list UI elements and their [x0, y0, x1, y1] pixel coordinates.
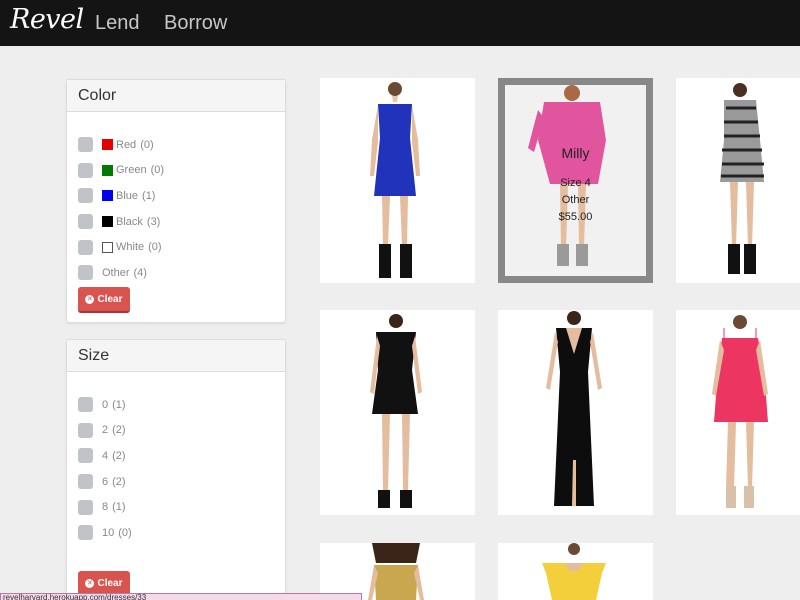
option-count: (2) [112, 449, 126, 462]
color-filter-panel: Color Red (0) Green (0) Blue (1) Black (… [66, 79, 286, 323]
dress-photo [368, 543, 424, 600]
dress-photo [370, 314, 422, 508]
product-card-7[interactable] [320, 543, 475, 600]
checkbox[interactable] [78, 188, 93, 204]
option-label: 10 [102, 526, 115, 539]
close-circle-icon: ✕ [85, 578, 95, 588]
product-hover-overlay: Milly Size 4 Other $55.00 [505, 85, 646, 276]
dress-photo [720, 83, 764, 274]
dress-photo [542, 543, 606, 600]
option-label: Other [102, 266, 130, 279]
checkbox[interactable] [78, 448, 93, 464]
dress-photo [370, 82, 420, 278]
product-card-6[interactable] [676, 310, 800, 515]
checkbox[interactable] [78, 474, 93, 490]
size-option-8[interactable]: 8 (1) [78, 494, 132, 520]
brand-logo[interactable]: Revel [10, 4, 84, 35]
checkbox[interactable] [78, 525, 93, 541]
product-price: $55.00 [558, 211, 593, 223]
option-count: (4) [133, 266, 147, 279]
color-option-red[interactable]: Red (0) [78, 132, 164, 158]
product-card-1[interactable] [320, 78, 475, 283]
option-label: Red [116, 138, 137, 151]
checkbox[interactable] [78, 265, 93, 281]
clear-color-button[interactable]: ✕ Clear [78, 287, 130, 313]
color-option-black[interactable]: Black (3) [78, 209, 164, 235]
size-option-0[interactable]: 0 (1) [78, 392, 132, 418]
checkbox[interactable] [78, 397, 93, 413]
product-brand: Milly [561, 145, 590, 161]
checkbox[interactable] [78, 239, 93, 255]
color-swatch-green [102, 164, 113, 176]
option-label: 6 [102, 475, 109, 488]
option-count: (1) [112, 501, 126, 514]
product-category: Other [561, 194, 590, 206]
option-count: (0) [140, 138, 154, 151]
clear-button-label: Clear [97, 293, 123, 305]
color-option-green[interactable]: Green (0) [78, 158, 164, 184]
size-filter-title: Size [67, 340, 285, 372]
option-count: (0) [148, 241, 162, 254]
color-swatch-white [102, 241, 113, 253]
clear-button-label: Clear [97, 577, 123, 589]
color-filter-list: Red (0) Green (0) Blue (1) Black (3) Whi… [78, 132, 164, 286]
color-filter-title: Color [67, 80, 285, 112]
option-label: Blue [116, 189, 139, 202]
option-count: (2) [112, 475, 126, 488]
dress-photo [712, 315, 768, 508]
size-option-4[interactable]: 4 (2) [78, 443, 132, 469]
option-count: (2) [112, 424, 126, 437]
close-circle-icon: ✕ [85, 294, 95, 304]
checkbox[interactable] [78, 499, 93, 515]
product-card-3[interactable] [676, 78, 800, 283]
option-label: 8 [102, 501, 109, 514]
option-count: (1) [142, 189, 156, 202]
product-card-8[interactable] [498, 543, 653, 600]
product-size: Size 4 [560, 177, 591, 189]
product-card-5[interactable] [498, 310, 653, 515]
checkbox[interactable] [78, 137, 93, 153]
top-navbar: Revel Lend Borrow [0, 0, 800, 46]
nav-borrow-link[interactable]: Borrow [164, 12, 227, 35]
size-filter-panel: Size 0 (1) 2 (2) 4 (2) 6 (2) 8 (1) 10 (0… [66, 339, 286, 600]
color-swatch-red [102, 139, 113, 151]
option-label: White [116, 241, 145, 254]
color-option-blue[interactable]: Blue (1) [78, 183, 164, 209]
option-label: 4 [102, 449, 109, 462]
option-label: 0 [102, 398, 109, 411]
color-swatch-blue [102, 190, 113, 202]
checkbox[interactable] [78, 422, 93, 438]
checkbox[interactable] [78, 162, 93, 178]
option-count: (0) [150, 164, 165, 177]
option-label: Black [116, 215, 143, 228]
option-label: 2 [102, 424, 109, 437]
color-option-white[interactable]: White (0) [78, 234, 164, 260]
product-card-2[interactable]: Milly Size 4 Other $55.00 [498, 78, 653, 283]
color-swatch-black [102, 216, 113, 228]
option-count: (0) [118, 526, 132, 539]
size-option-10[interactable]: 10 (0) [78, 520, 132, 546]
option-count: (3) [146, 215, 161, 228]
product-card-4[interactable] [320, 310, 475, 515]
color-option-other[interactable]: Other (4) [78, 260, 164, 286]
nav-lend-link[interactable]: Lend [95, 12, 140, 35]
size-option-2[interactable]: 2 (2) [78, 418, 132, 444]
dress-photo [546, 311, 602, 506]
size-filter-list: 0 (1) 2 (2) 4 (2) 6 (2) 8 (1) 10 (0) [78, 392, 132, 546]
link-status-bar: revelharvard.herokuapp.com/dresses/33 [0, 593, 362, 600]
option-label: Green [116, 164, 147, 177]
size-option-6[interactable]: 6 (2) [78, 469, 132, 495]
checkbox[interactable] [78, 214, 93, 230]
option-count: (1) [112, 398, 126, 411]
